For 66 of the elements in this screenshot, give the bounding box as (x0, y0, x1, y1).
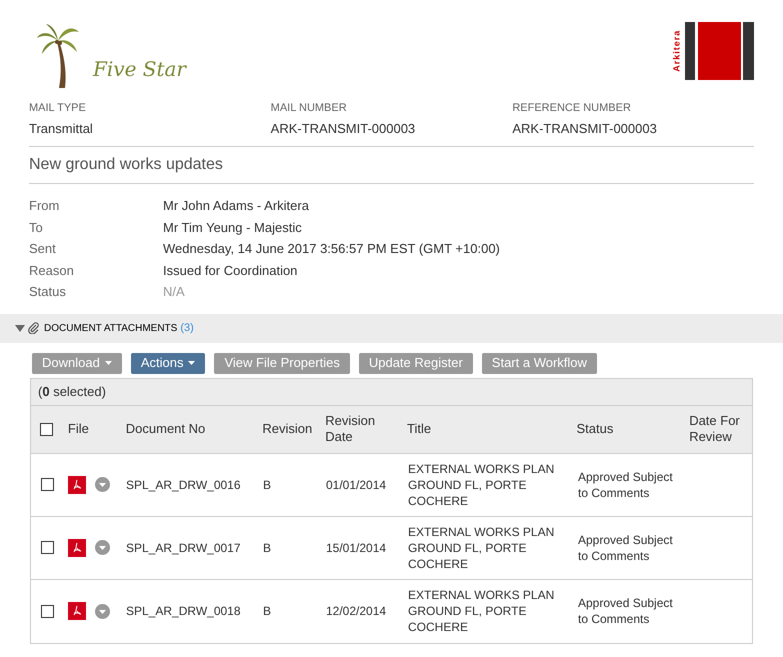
toolbar-button[interactable]: View File Properties (214, 352, 350, 374)
toolbar-button[interactable]: Update Register (358, 352, 473, 374)
table-cell-text: EXTERNAL WORKS PLAN GROUND FL, PORTE COCHERE (408, 460, 556, 508)
detail-value: Mr Tim Yeung - Majestic (163, 218, 302, 237)
checkbox[interactable] (40, 541, 54, 554)
table-cell-text: B (263, 540, 272, 556)
checkbox[interactable] (40, 422, 54, 436)
pdf-file-icon (68, 538, 86, 556)
table-cell-text: Approved Subject to Comments (578, 468, 674, 500)
table-cell-text: 01/01/2014 (326, 476, 388, 492)
partner-logo-text: Arkitera (670, 30, 682, 72)
field-label: REFERENCE NUMBER (512, 101, 632, 116)
column-header: Status (576, 421, 614, 437)
field-value: ARK-TRANSMIT-000003 (270, 120, 416, 138)
column-header: Revision Date (325, 413, 376, 445)
caret-icon (188, 361, 196, 365)
detail-label: Sent (29, 240, 57, 258)
pdf-file-icon (68, 476, 86, 494)
pdf-file-icon (68, 602, 86, 620)
field-label: MAIL TYPE (29, 101, 87, 116)
field-value: ARK-TRANSMIT-000003 (512, 120, 658, 138)
field-value: Transmittal (29, 120, 94, 138)
logo-bars-icon (685, 22, 754, 80)
table-cell-text: Approved Subject to Comments (578, 532, 674, 564)
table-cell-text: 12/02/2014 (326, 603, 388, 619)
selection-count: (0 selected) (38, 382, 106, 401)
column-header: Title (406, 421, 432, 437)
dropdown-circle-icon[interactable] (95, 540, 110, 555)
column-header: Document No (126, 421, 206, 437)
brand-logo-text: Five Star (93, 56, 186, 83)
field-label: MAIL NUMBER (270, 101, 348, 116)
checkbox[interactable] (40, 478, 54, 491)
section-title: DOCUMENT ATTACHMENTS (44, 322, 178, 336)
detail-label: From (29, 197, 60, 215)
section-header[interactable]: DOCUMENT ATTACHMENTS (3) (0, 314, 783, 342)
table-cell-text: SPL_AR_DRW_0016 (126, 476, 242, 492)
dropdown-circle-icon[interactable] (95, 604, 110, 618)
toolbar-button[interactable]: Actions (130, 352, 206, 374)
mail-subject: New ground works updates (29, 156, 223, 173)
palm-tree-icon (35, 22, 81, 88)
table-cell-text: B (263, 603, 272, 619)
detail-label: Reason (29, 262, 75, 280)
caret-icon (15, 324, 25, 332)
toolbar-button[interactable]: Download (32, 352, 122, 374)
detail-label: Status (29, 283, 67, 301)
detail-value: Mr John Adams - Arkitera (163, 197, 309, 215)
toolbar-button[interactable]: Start a Workflow (482, 352, 597, 374)
table-cell-text: SPL_AR_DRW_0017 (126, 540, 242, 556)
caret-icon (104, 361, 112, 365)
detail-value: Issued for Coordination (163, 262, 298, 280)
table-cell-text: EXTERNAL WORKS PLAN GROUND FL, PORTE COCHERE (408, 587, 556, 635)
detail-label: To (29, 218, 44, 236)
detail-value: Wednesday, 14 June 2017 3:56:57 PM EST (GMT +10:00) (163, 240, 500, 258)
column-header: Date For Review (689, 413, 741, 445)
table-cell-text: EXTERNAL WORKS PLAN GROUND FL, PORTE COCHERE (408, 524, 556, 572)
checkbox[interactable] (40, 604, 54, 618)
table-cell-text: B (263, 476, 272, 492)
detail-value: N/A (163, 283, 185, 301)
dropdown-circle-icon[interactable] (95, 477, 110, 492)
attachment-count: (3) (180, 320, 194, 336)
column-header: Revision (262, 421, 314, 437)
table-cell-text: Approved Subject to Comments (578, 595, 674, 627)
table-cell-text: 15/01/2014 (326, 540, 388, 556)
column-header: File (68, 421, 90, 437)
table-cell-text: SPL_AR_DRW_0018 (126, 603, 242, 619)
paperclip-icon (28, 322, 39, 334)
